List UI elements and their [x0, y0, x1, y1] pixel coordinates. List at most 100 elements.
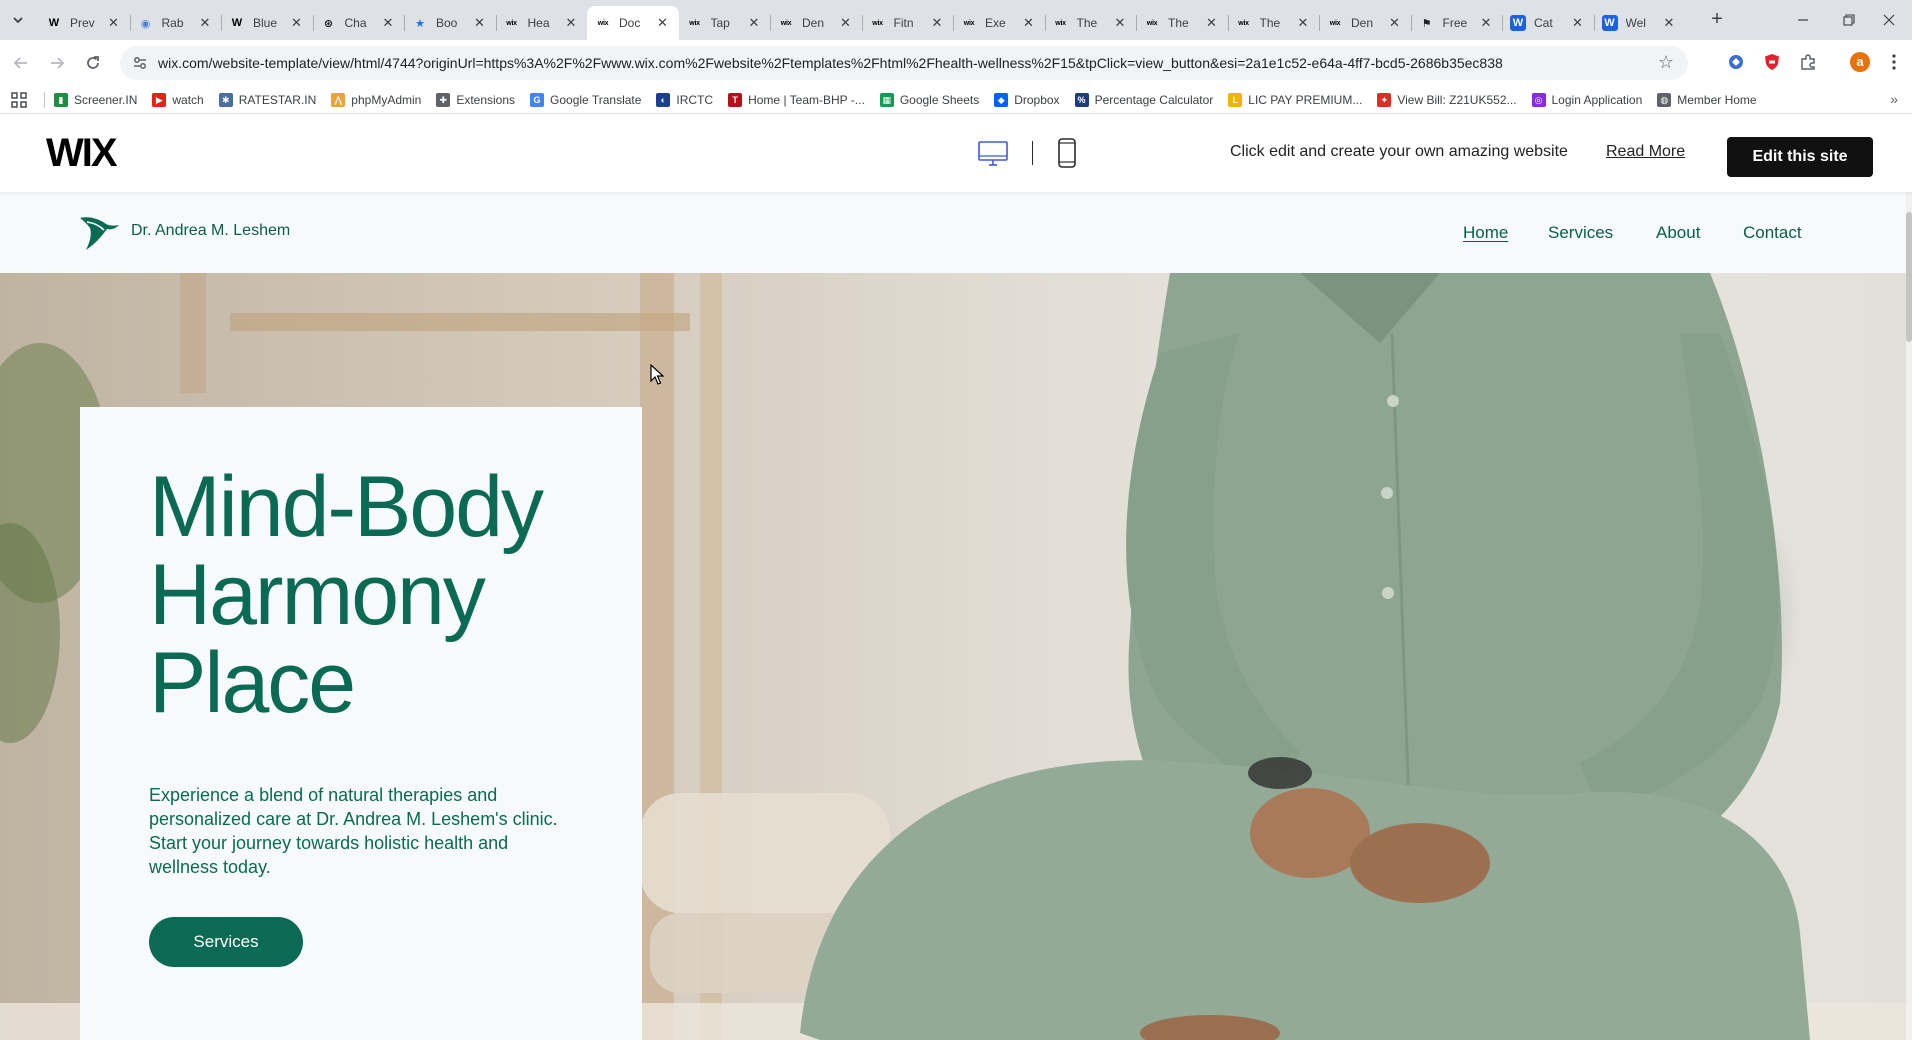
site-name[interactable]: Dr. Andrea M. Leshem: [131, 222, 290, 240]
extensions-puzzle-icon[interactable]: [1796, 50, 1820, 74]
browser-menu-icon[interactable]: [1882, 50, 1906, 74]
tab[interactable]: W Wel ✕: [1593, 6, 1686, 40]
globe-icon: ◍: [1657, 93, 1672, 107]
tab-search-icon[interactable]: [6, 8, 30, 32]
minimize-icon[interactable]: [1780, 0, 1826, 40]
nav-services[interactable]: Services: [1548, 223, 1613, 243]
tab[interactable]: wix Exe ✕: [953, 6, 1045, 40]
close-window-icon[interactable]: [1866, 0, 1912, 40]
tab-close-icon[interactable]: ✕: [1570, 15, 1586, 31]
bookmark-item[interactable]: ▦ Google Sheets: [879, 93, 979, 107]
bookmark-item[interactable]: ✦ View Bill: Z21UK552...: [1377, 93, 1517, 107]
hero-services-button[interactable]: Services: [149, 917, 303, 967]
nav-about[interactable]: About: [1656, 223, 1700, 243]
reload-icon[interactable]: [80, 50, 106, 76]
forward-icon[interactable]: [44, 50, 70, 76]
tab-close-icon[interactable]: ✕: [1661, 15, 1677, 31]
tab[interactable]: wix Den ✕: [1319, 6, 1411, 40]
nav-home[interactable]: Home: [1463, 223, 1508, 243]
mobile-view-icon[interactable]: [1058, 138, 1076, 168]
adblock-shield-icon[interactable]: [1760, 50, 1784, 74]
tab-close-icon[interactable]: ✕: [380, 15, 396, 31]
hero-description: Experience a blend of natural therapies …: [149, 785, 558, 877]
bookmark-star-icon[interactable]: ☆: [1658, 52, 1674, 73]
tab-close-icon[interactable]: ✕: [289, 15, 305, 31]
tab-close-icon[interactable]: ✕: [929, 15, 945, 31]
tab-close-icon[interactable]: ✕: [106, 15, 122, 31]
profile-avatar[interactable]: a: [1848, 50, 1872, 74]
bookmark-label: Home | Team-BHP -...: [748, 93, 865, 107]
nav-contact[interactable]: Contact: [1743, 223, 1802, 243]
tab-close-icon[interactable]: ✕: [1387, 15, 1403, 31]
bookmark-item[interactable]: ◍ Member Home: [1657, 93, 1757, 107]
tab-list: W Prev ✕ ◉ Rab ✕ W Blue ✕ ⊛ Cha ✕ ★ Boo ✕ wix Hea ✕ wix Doc…: [38, 6, 1685, 40]
tab[interactable]: ⚑ Free ✕: [1410, 6, 1503, 40]
tab-active[interactable]: wix Doc ✕: [587, 6, 679, 40]
bookmark-item[interactable]: ▶ watch: [152, 93, 204, 107]
tab-close-icon[interactable]: ✕: [472, 15, 488, 31]
wix-logo[interactable]: WIX: [46, 133, 118, 173]
new-tab-button[interactable]: +: [1705, 8, 1729, 32]
tab[interactable]: wix Tap ✕: [679, 6, 771, 40]
wix-icon: wix: [689, 19, 700, 27]
read-more-link[interactable]: Read More: [1606, 143, 1685, 161]
more-bookmarks-icon[interactable]: »: [1890, 91, 1898, 107]
bookmark-label: watch: [172, 93, 204, 107]
url-text[interactable]: wix.com/website-template/view/html/4744?…: [158, 55, 1503, 71]
bookmark-item[interactable]: ▮ Screener.IN: [54, 93, 137, 107]
bookmark-item[interactable]: ◐ IRCTC: [656, 93, 713, 107]
tab-close-icon[interactable]: ✕: [1204, 15, 1220, 31]
tab[interactable]: wix Fitn ✕: [861, 6, 954, 40]
tab[interactable]: ◉ Rab ✕: [129, 6, 222, 40]
bookmark-item[interactable]: ⋀ phpMyAdmin: [331, 93, 421, 107]
bookmark-item[interactable]: ◎ Login Application: [1531, 93, 1642, 107]
tab-close-icon[interactable]: ✕: [746, 15, 762, 31]
bar-chart-icon: ▮: [54, 93, 68, 107]
extension-icon[interactable]: [1724, 50, 1748, 74]
bookmark-item[interactable]: ◆ Dropbox: [994, 93, 1060, 107]
edit-this-site-button[interactable]: Edit this site: [1727, 137, 1873, 177]
tab[interactable]: ⊛ Cha ✕: [312, 6, 405, 40]
tab[interactable]: wix Hea ✕: [495, 6, 588, 40]
tab[interactable]: wix The ✕: [1044, 6, 1137, 40]
site-info-icon[interactable]: [132, 55, 148, 71]
tab[interactable]: ★ Boo ✕: [404, 6, 496, 40]
bookmark-item[interactable]: L LIC PAY PREMIUM...: [1228, 93, 1362, 107]
tab-title: Tap: [710, 16, 730, 30]
desktop-view-icon[interactable]: [978, 141, 1008, 167]
tab-title: Den: [802, 16, 825, 30]
back-icon[interactable]: [8, 50, 34, 76]
wix-w-icon: W: [1601, 15, 1618, 31]
apps-grid-icon[interactable]: [10, 91, 28, 109]
tab[interactable]: W Cat ✕: [1502, 6, 1594, 40]
address-bar[interactable]: wix.com/website-template/view/html/4744?…: [120, 46, 1688, 80]
leaf-logo-icon[interactable]: [78, 214, 120, 252]
tab-close-icon[interactable]: ✕: [1478, 15, 1494, 31]
tab-close-icon[interactable]: ✕: [838, 15, 854, 31]
tab-close-icon[interactable]: ✕: [1295, 15, 1311, 31]
percent-icon: %: [1074, 93, 1089, 107]
tab-close-icon[interactable]: ✕: [197, 15, 213, 31]
tab[interactable]: W Blue ✕: [221, 6, 313, 40]
spark-icon: ✱: [218, 93, 233, 107]
tab[interactable]: wix The ✕: [1227, 6, 1320, 40]
bookmark-item[interactable]: T Home | Team-BHP -...: [728, 93, 865, 107]
bookmark-item[interactable]: G Google Translate: [530, 93, 641, 107]
tab-close-icon[interactable]: ✕: [655, 15, 671, 31]
page-scrollbar[interactable]: [1906, 192, 1912, 1040]
tab-title: Wel: [1625, 16, 1646, 30]
bookmark-item[interactable]: % Percentage Calculator: [1074, 93, 1213, 107]
tab[interactable]: W Prev ✕: [38, 6, 130, 40]
bookmark-item[interactable]: ✚ Extensions: [436, 93, 515, 107]
bookmark-item[interactable]: ✱ RATESTAR.IN: [218, 93, 316, 107]
tab-title: The: [1076, 16, 1098, 30]
tab[interactable]: wix The ✕: [1136, 6, 1228, 40]
tab-close-icon[interactable]: ✕: [1112, 15, 1128, 31]
tab[interactable]: wix Den ✕: [770, 6, 862, 40]
scrollbar-thumb[interactable]: [1906, 212, 1912, 342]
tab-title: Prev: [70, 16, 95, 30]
phpmyadmin-icon: ⋀: [331, 93, 346, 107]
tab-close-icon[interactable]: ✕: [1021, 15, 1037, 31]
bookmark-label: Dropbox: [1014, 93, 1060, 107]
tab-close-icon[interactable]: ✕: [563, 15, 579, 31]
